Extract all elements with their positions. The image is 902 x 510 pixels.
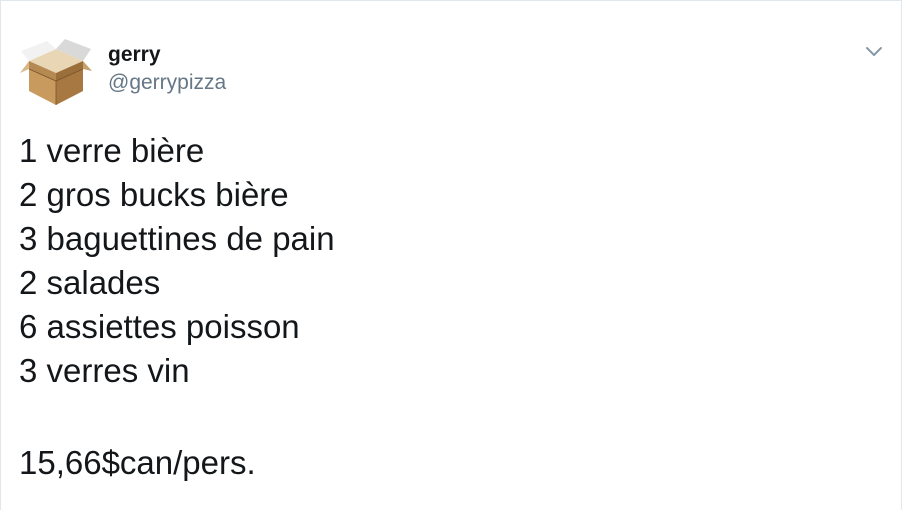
tweet-line: 2 salades <box>19 264 161 301</box>
tweet-line: 3 baguettines de pain <box>19 220 335 257</box>
user-handle[interactable]: @gerrypizza <box>108 70 226 96</box>
tweet-line: 2 gros bucks bière <box>19 176 289 213</box>
avatar[interactable] <box>19 35 93 109</box>
tweet-menu-button[interactable] <box>861 41 887 63</box>
tweet-line: 6 assiettes poisson <box>19 308 300 345</box>
chevron-down-icon <box>866 47 882 56</box>
tweet-line: 1 verre bière <box>19 132 205 169</box>
tweet-card: gerry @gerrypizza 1 verre bière 2 gros b… <box>0 0 902 510</box>
display-name[interactable]: gerry <box>108 42 226 68</box>
tweet-text: 1 verre bière 2 gros bucks bière 3 bague… <box>19 129 879 485</box>
tweet-total-line: 15,66$can/pers. <box>19 444 256 481</box>
tweet-line: 3 verres vin <box>19 352 190 389</box>
user-info[interactable]: gerry @gerrypizza <box>108 42 226 96</box>
cardboard-box-icon <box>20 39 92 105</box>
